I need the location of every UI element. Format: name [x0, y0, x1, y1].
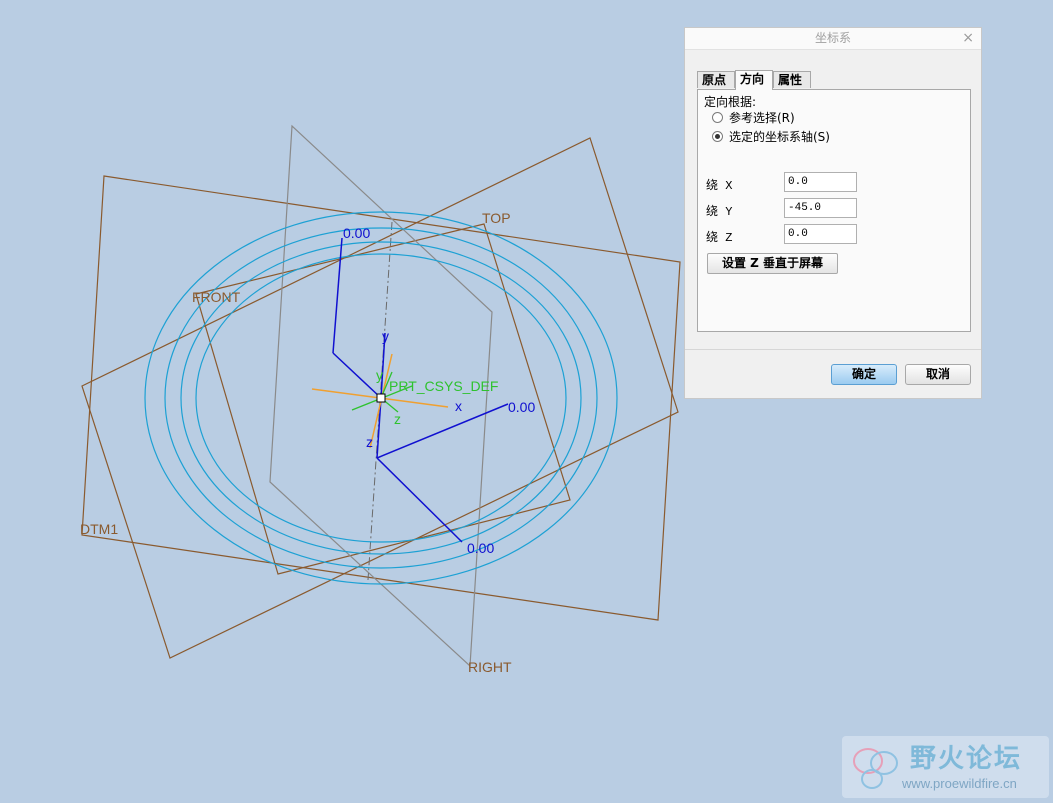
radio-selected-icon[interactable]	[712, 131, 723, 142]
ok-button[interactable]: 确定	[831, 364, 897, 385]
rot-x-label: 绕 X	[706, 179, 733, 193]
csys-origin-marker	[376, 393, 386, 403]
tab-properties[interactable]: 属性	[773, 71, 811, 88]
butterfly-logo-icon	[853, 748, 898, 789]
set-z-normal-to-screen-button[interactable]: 设置 Z 垂直于屏幕	[707, 253, 838, 274]
orientation-panel: 定向根据: 参考选择(R) 选定的坐标系轴(S) 绕 X 0.0 绕 Y -45…	[697, 89, 971, 332]
radio-selected-axes-label: 选定的坐标系轴(S)	[729, 130, 830, 144]
watermark-title: 野火论坛	[910, 744, 1023, 774]
plane-label-right: RIGHT	[468, 659, 512, 675]
radio-icon[interactable]	[712, 112, 723, 123]
coordinate-system-dialog: 坐标系 × 原点 方向 属性 定向根据: 参考选择(R) 选定的坐标系轴(S) …	[684, 27, 982, 399]
forum-watermark: 野火论坛 www.proewildfire.cn	[842, 736, 1049, 798]
plane-label-dtm1: DTM1	[80, 521, 118, 537]
cancel-button[interactable]: 取消	[905, 364, 971, 385]
drag-value-right[interactable]: 0.00	[508, 399, 535, 415]
tab-orientation[interactable]: 方向	[735, 70, 773, 90]
rot-z-input[interactable]: 0.0	[784, 224, 857, 244]
tab-origin[interactable]: 原点	[697, 71, 735, 88]
dialog-titlebar[interactable]: 坐标系 ×	[685, 28, 981, 50]
rot-y-input[interactable]: -45.0	[784, 198, 857, 218]
csys-label: PRT_CSYS_DEF	[389, 378, 498, 394]
axis-letter-y-small: y	[376, 367, 383, 383]
radio-reference-label: 参考选择(R)	[729, 111, 795, 125]
watermark-url: www.proewildfire.cn	[902, 776, 1017, 791]
radio-reference-selection[interactable]: 参考选择(R)	[712, 110, 795, 126]
axis-letter-y-upper: y	[382, 328, 389, 344]
axis-letter-x: x	[455, 398, 462, 414]
plane-label-front: FRONT	[192, 289, 241, 305]
dialog-title: 坐标系	[814, 31, 851, 45]
orient-by-label: 定向根据:	[704, 95, 757, 109]
dialog-separator	[685, 349, 981, 350]
radio-selected-csys-axes[interactable]: 选定的坐标系轴(S)	[712, 129, 830, 145]
drag-value-bottom[interactable]: 0.00	[467, 540, 494, 556]
rot-z-label: 绕 Z	[706, 231, 733, 245]
rot-x-input[interactable]: 0.0	[784, 172, 857, 192]
rot-y-label: 绕 Y	[706, 205, 733, 219]
plane-label-top: TOP	[482, 210, 511, 226]
axis-letter-z: z	[366, 434, 373, 450]
close-icon[interactable]: ×	[962, 28, 974, 49]
drag-value-top[interactable]: 0.00	[343, 225, 370, 241]
axis-letter-z-small: z	[394, 411, 401, 427]
